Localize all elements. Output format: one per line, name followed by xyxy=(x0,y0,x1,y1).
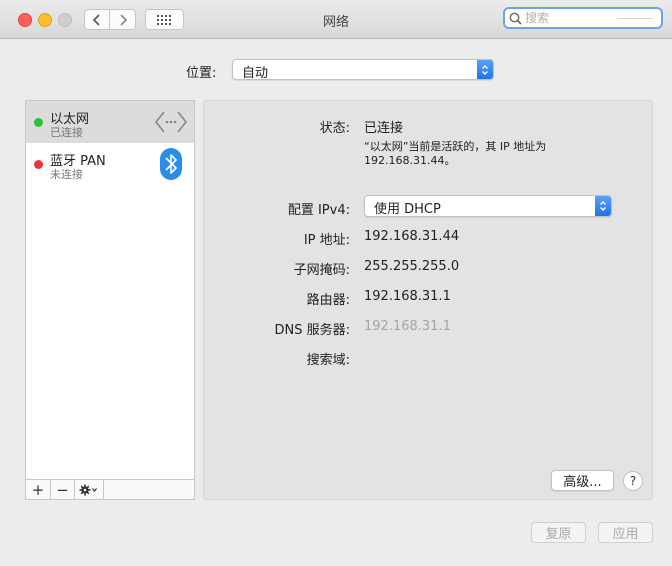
bluetooth-icon xyxy=(160,148,182,180)
ip-address-value: 192.168.31.44 xyxy=(364,229,460,244)
location-value: 自动 xyxy=(242,66,269,81)
location-popup[interactable]: 自动 xyxy=(232,59,494,81)
title-bar: 网络 xyxy=(0,0,672,39)
gear-icon xyxy=(79,484,97,495)
service-list: 以太网 已连接 蓝牙 PAN 未连接 xyxy=(25,100,195,480)
status-dot-connected xyxy=(34,118,43,127)
service-list-toolbar: + − xyxy=(25,479,195,500)
dns-server-value: 192.168.31.1 xyxy=(364,319,451,334)
updown-arrows-icon xyxy=(477,60,493,79)
search-field[interactable] xyxy=(503,7,663,29)
revert-button[interactable]: 复原 xyxy=(531,522,586,543)
help-button[interactable]: ? xyxy=(623,471,643,491)
action-menu-button[interactable] xyxy=(75,480,104,499)
advanced-button[interactable]: 高级... xyxy=(551,470,614,491)
service-status: 未连接 xyxy=(50,168,83,181)
search-domain-label: 搜索域: xyxy=(306,353,350,368)
service-status: 已连接 xyxy=(50,126,83,139)
status-description: “以太网”当前是活跃的，其 IP 地址为 192.168.31.44。 xyxy=(364,140,547,167)
ipv4-label: 配置 IPv4: xyxy=(287,203,350,218)
ethernet-arrows-icon xyxy=(154,111,188,133)
location-label: 位置: xyxy=(186,66,217,81)
search-divider xyxy=(617,18,653,19)
network-preferences-window: 网络 位置: 自动 以太网 已连接 xyxy=(0,0,672,566)
router-label: 路由器: xyxy=(306,293,350,308)
ip-address-label: IP 地址: xyxy=(303,233,350,248)
dns-server-label: DNS 服务器: xyxy=(274,323,351,338)
ipv4-value: 使用 DHCP xyxy=(374,202,441,217)
status-dot-disconnected xyxy=(34,160,43,169)
remove-service-button[interactable]: − xyxy=(51,480,75,499)
search-input[interactable] xyxy=(525,10,625,26)
search-icon xyxy=(509,12,522,25)
subnet-mask-value: 255.255.255.0 xyxy=(364,259,460,274)
status-value: 已连接 xyxy=(364,121,404,136)
ipv4-config-popup[interactable]: 使用 DHCP xyxy=(364,195,612,217)
apply-button[interactable]: 应用 xyxy=(598,522,653,543)
add-service-button[interactable]: + xyxy=(26,480,51,499)
router-value: 192.168.31.1 xyxy=(364,289,451,304)
updown-arrows-icon xyxy=(595,196,611,216)
service-item-ethernet[interactable]: 以太网 已连接 xyxy=(26,101,194,143)
status-label: 状态: xyxy=(319,121,350,136)
subnet-mask-label: 子网掩码: xyxy=(293,263,350,278)
service-item-bluetooth-pan[interactable]: 蓝牙 PAN 未连接 xyxy=(26,143,194,185)
